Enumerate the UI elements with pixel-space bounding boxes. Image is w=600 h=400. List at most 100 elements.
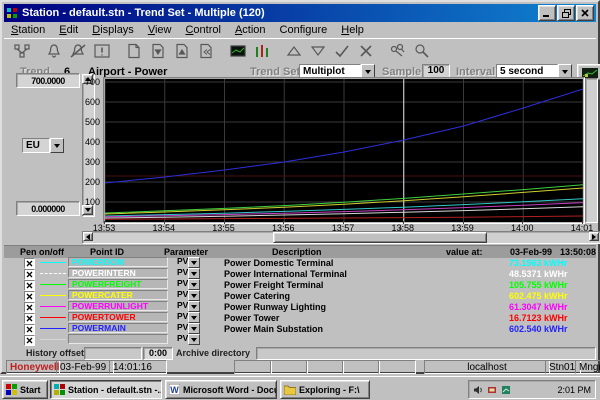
point-id-field[interactable]: POWERINTERN: [68, 268, 168, 278]
pen-color-swatch: [40, 339, 66, 340]
zoom-button[interactable]: [410, 41, 434, 61]
connect-icon: [389, 43, 407, 59]
close-button[interactable]: [576, 5, 594, 21]
station-tray-icon[interactable]: [501, 385, 511, 395]
menu-help[interactable]: Help: [334, 23, 371, 37]
eu-select[interactable]: EU: [22, 138, 64, 153]
page-up-button[interactable]: [170, 41, 194, 61]
menu-configure[interactable]: Configure: [273, 23, 335, 37]
point-id-field[interactable]: POWERFREIGHT: [68, 279, 168, 289]
windows-logo-icon: [6, 384, 17, 395]
point-value: 61.3047 kWHr: [509, 302, 568, 312]
pen-checkbox[interactable]: [24, 335, 35, 346]
toolbar-separator: [114, 41, 122, 61]
point-id-field[interactable]: POWERRUNLIGHT: [68, 301, 168, 311]
scroll-right-button[interactable]: [589, 232, 599, 241]
point-description: Power Domestic Terminal: [224, 258, 333, 268]
point-id-field[interactable]: POWERTOWER: [68, 312, 168, 322]
point-id-field[interactable]: POWERMAIN: [68, 323, 168, 333]
chevron-down-icon[interactable]: [188, 257, 200, 268]
accept-button[interactable]: [330, 41, 354, 61]
y-tick-label: 300: [76, 157, 100, 167]
menu-control[interactable]: Control: [178, 23, 227, 37]
trend-bars-button[interactable]: [250, 41, 274, 61]
eu-value: EU: [22, 138, 50, 153]
trend-plot[interactable]: [103, 77, 585, 224]
menu-edit[interactable]: Edit: [52, 23, 85, 37]
menu-displays[interactable]: Displays: [85, 23, 141, 37]
check-x-icon: [26, 315, 33, 322]
scale-max-field[interactable]: 700.0000: [16, 73, 80, 88]
alarm-bell-icon: [45, 43, 63, 59]
chevron-down-icon[interactable]: [188, 323, 200, 334]
menu-station[interactable]: Station: [4, 23, 52, 37]
minimize-button[interactable]: [538, 5, 556, 21]
scale-min-field[interactable]: 0.000000: [16, 201, 80, 216]
point-id-field[interactable]: [68, 334, 168, 344]
alarm-message-button[interactable]: [90, 41, 114, 61]
chevron-down-icon[interactable]: [188, 312, 200, 323]
chevron-down-icon[interactable]: [50, 138, 64, 153]
point-id-field[interactable]: POWERDOM: [68, 257, 168, 267]
y-tick-label: 700: [76, 77, 100, 87]
console-button[interactable]: [226, 41, 250, 61]
restore-button[interactable]: [557, 5, 575, 21]
point-value: 73.1963 kWHr: [509, 258, 568, 268]
parameter-value: PV: [174, 334, 188, 345]
alarm-tray-icon[interactable]: [487, 385, 497, 395]
page-up-icon: [173, 43, 191, 59]
pen-color-swatch: [40, 262, 66, 263]
point-id-field[interactable]: POWERCATER: [68, 290, 168, 300]
chevron-down-icon[interactable]: [188, 290, 200, 301]
taskbar-task-2[interactable]: WMicrosoft Word - Document1: [165, 380, 277, 399]
start-button[interactable]: Start: [2, 380, 48, 399]
chevron-down-icon[interactable]: [188, 279, 200, 290]
alarm-message-icon: [93, 43, 111, 59]
scrollbar-thumb[interactable]: [273, 232, 487, 243]
menu-view[interactable]: View: [141, 23, 179, 37]
taskbar-task-1[interactable]: Station - default.stn -...: [50, 380, 162, 399]
history-row: History offset 0:00 Archive directory: [4, 346, 598, 360]
header-point-id: Point ID: [90, 247, 124, 257]
taskbar-task-3[interactable]: Exploring - F:\: [280, 380, 370, 399]
x-tick: [224, 221, 225, 224]
x-tick: [343, 221, 344, 224]
status-empty-cell: [378, 360, 416, 374]
status-role: Mngr: [575, 360, 600, 374]
mini-trend-icon: [582, 68, 598, 78]
station-network-button[interactable]: [10, 41, 34, 61]
pen-table-row: POWERRUNLIGHT PV Power Runway Lighting 6…: [4, 301, 598, 312]
alarm-silence-button[interactable]: [66, 41, 90, 61]
page-back-button[interactable]: [194, 41, 218, 61]
header-value-at: value at:: [446, 247, 483, 257]
pen-table-row: POWERMAIN PV Power Main Substation 602.5…: [4, 323, 598, 334]
volume-icon[interactable]: [473, 385, 483, 395]
menu-bar: StationEditDisplaysViewControlActionConf…: [4, 22, 596, 37]
chevron-down-icon[interactable]: [188, 268, 200, 279]
task-label: Station - default.stn -...: [68, 385, 162, 395]
scroll-left-button[interactable]: [83, 232, 93, 241]
plot-right-scrollbar[interactable]: [585, 78, 598, 223]
cancel-button[interactable]: [354, 41, 378, 61]
pen-color-swatch: [40, 273, 66, 274]
page-button[interactable]: [122, 41, 146, 61]
raise-button[interactable]: [282, 41, 306, 61]
y-tick-label: 100: [76, 197, 100, 207]
time-scrollbar[interactable]: [82, 231, 600, 244]
parameter-select[interactable]: PV: [174, 334, 218, 345]
point-value: 602.540 kWHr: [509, 324, 568, 334]
chevron-down-icon[interactable]: [188, 301, 200, 312]
menu-action[interactable]: Action: [228, 23, 273, 37]
lower-button[interactable]: [306, 41, 330, 61]
check-x-icon: [26, 260, 33, 267]
alarm-bell-button[interactable]: [42, 41, 66, 61]
point-description: Power Catering: [224, 291, 290, 301]
chevron-down-icon[interactable]: [188, 334, 200, 345]
check-x-icon: [26, 293, 33, 300]
connect-button[interactable]: [386, 41, 410, 61]
check-x-icon: [26, 271, 33, 278]
page-down-button[interactable]: [146, 41, 170, 61]
window-title: Station - default.stn - Trend Set - Mult…: [22, 7, 537, 19]
console-icon: [229, 43, 247, 59]
station-window: Station - default.stn - Trend Set - Mult…: [0, 0, 600, 374]
